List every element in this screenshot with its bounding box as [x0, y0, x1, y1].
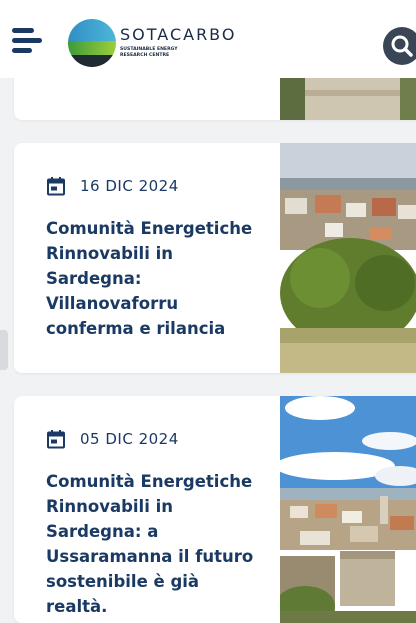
article-card[interactable]: 05 DIC 2024 Comunità Energetiche Rinnova…	[14, 396, 416, 623]
logo-text[interactable]: SOTACARBO SUSTAINABLE ENERGY RESEARCH CE…	[120, 26, 236, 58]
article-text: 16 DIC 2024 Comunità Energetiche Rinnova…	[46, 176, 266, 341]
article-date: 16 DIC 2024	[80, 177, 179, 195]
page: SOTACARBO SUSTAINABLE ENERGY RESEARCH CE…	[0, 0, 416, 623]
calendar-icon	[47, 430, 65, 449]
article-date-row: 05 DIC 2024	[46, 429, 266, 449]
search-button[interactable]	[383, 27, 416, 65]
article-image[interactable]	[280, 143, 416, 373]
carousel-edge	[0, 330, 8, 370]
article-date: 05 DIC 2024	[80, 430, 179, 448]
article-title[interactable]: Comunità Energetiche Rinnovabili in Sard…	[46, 216, 266, 341]
site-header: SOTACARBO SUSTAINABLE ENERGY RESEARCH CE…	[0, 0, 416, 78]
article-text: 05 DIC 2024 Comunità Energetiche Rinnova…	[46, 429, 266, 619]
article-card[interactable]: 16 DIC 2024 Comunità Energetiche Rinnova…	[14, 143, 416, 373]
search-icon	[391, 35, 413, 57]
hamburger-menu-icon[interactable]	[12, 26, 46, 54]
calendar-icon	[47, 177, 65, 196]
sotacarbo-logo[interactable]	[68, 19, 116, 67]
logo-subtitle: SUSTAINABLE ENERGY RESEARCH CENTRE	[120, 47, 178, 58]
article-image[interactable]	[275, 396, 416, 623]
article-date-row: 16 DIC 2024	[46, 176, 266, 196]
logo-name: SOTACARBO	[120, 25, 237, 44]
article-title[interactable]: Comunità Energetiche Rinnovabili in Sard…	[46, 469, 266, 619]
